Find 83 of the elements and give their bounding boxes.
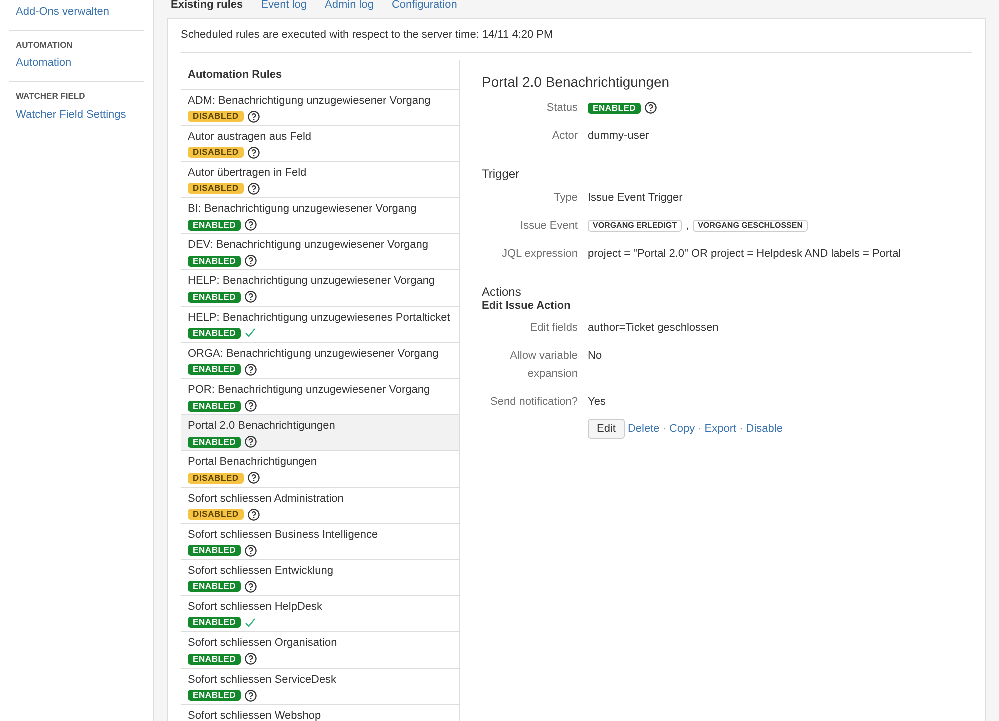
action-link[interactable]: Copy: [669, 420, 696, 438]
tab[interactable]: Configuration: [392, 0, 458, 10]
status-lozenge: DISABLED: [188, 183, 244, 194]
help-icon[interactable]: [245, 653, 258, 666]
tab[interactable]: Existing rules: [171, 0, 244, 10]
help-icon[interactable]: [248, 508, 260, 521]
rule-item[interactable]: ADM: Benachrichtigung unzugewiesener Vorgang DISABLED: [181, 90, 459, 126]
help-icon[interactable]: [245, 690, 258, 702]
rule-item[interactable]: Sofort schliessen Administration DISABLED: [181, 488, 459, 524]
help-icon[interactable]: [248, 110, 260, 122]
help-icon[interactable]: [245, 544, 258, 557]
field-label: Send notification?: [490, 395, 578, 410]
sidebar-link[interactable]: Watcher Field Settings: [9, 102, 144, 127]
help-icon[interactable]: [245, 255, 258, 268]
help-icon[interactable]: [245, 400, 258, 412]
field-value: No: [588, 349, 602, 364]
status-lozenge: ENABLED: [188, 581, 242, 592]
check-icon: [245, 618, 256, 628]
rule-item[interactable]: HELP: Benachrichtigung unzugewiesenes Portalticket ENABLED: [181, 306, 459, 343]
edit-button[interactable]: Edit: [588, 419, 625, 439]
section-heading: AUTOMATION: [15, 38, 74, 52]
action-link[interactable]: Export: [704, 420, 737, 438]
status-lozenge: ENABLED: [188, 292, 242, 303]
dot-separator: ·: [662, 422, 666, 437]
status-lozenge: ENABLED: [188, 328, 242, 339]
field-label: JQL expression: [500, 247, 578, 262]
help-icon[interactable]: [245, 219, 258, 232]
field-label: Type: [553, 191, 578, 206]
status-lozenge: ENABLED: [188, 617, 242, 628]
list-heading: Automation Rules: [188, 69, 282, 81]
rule-item[interactable]: Sofort schliessen ServiceDesk ENABLED: [181, 668, 459, 705]
help-icon[interactable]: [645, 102, 658, 114]
rule-title: Portal 2.0 Benachrichtigungen: [482, 73, 671, 91]
status-lozenge: DISABLED: [188, 509, 244, 520]
check-icon: [245, 328, 256, 338]
field-label: Issue Event: [520, 219, 578, 234]
status-lozenge: ENABLED: [588, 102, 642, 114]
field-value: dummy-user: [588, 129, 650, 144]
tab[interactable]: Admin log: [325, 0, 374, 10]
status-lozenge: ENABLED: [188, 400, 242, 412]
rule-item[interactable]: Sofort schliessen Webshop: [181, 704, 459, 721]
action-link[interactable]: Delete: [628, 420, 660, 438]
rule-item[interactable]: Autor austragen aus Feld DISABLED: [181, 126, 459, 162]
dot-separator: ·: [740, 422, 744, 437]
status-lozenge: ENABLED: [188, 256, 242, 267]
status-lozenge: DISABLED: [188, 472, 244, 484]
separator-text: ,: [686, 219, 690, 234]
field-value: Issue Event Trigger: [588, 191, 683, 206]
sidebar-link[interactable]: Automation: [9, 51, 144, 76]
section-heading: WATCHER FIELD: [15, 90, 86, 102]
help-icon[interactable]: [248, 146, 260, 159]
status-lozenge: DISABLED: [188, 111, 244, 122]
section-heading: Actions: [482, 285, 522, 299]
field-label: Status: [546, 101, 578, 116]
help-icon[interactable]: [245, 364, 258, 376]
status-lozenge: ENABLED: [188, 690, 242, 701]
help-icon[interactable]: [245, 291, 258, 304]
event-lozenge: VORGANG GESCHLOSSEN: [693, 220, 808, 232]
help-icon[interactable]: [248, 472, 260, 484]
field-label: Allow variable expansion: [509, 349, 578, 382]
help-icon[interactable]: [248, 182, 260, 195]
section-heading: Trigger: [482, 166, 521, 183]
action-link[interactable]: Disable: [746, 420, 783, 438]
status-lozenge: DISABLED: [188, 147, 244, 158]
status-lozenge: ENABLED: [188, 364, 242, 376]
help-icon[interactable]: [245, 580, 258, 593]
event-lozenge: VORGANG ERLEDIGT: [588, 220, 682, 232]
dot-separator: ·: [698, 422, 702, 437]
tab[interactable]: Event log: [261, 0, 308, 10]
field-label: Edit fields: [529, 321, 578, 336]
help-icon[interactable]: [245, 436, 258, 448]
sidebar-link[interactable]: Add-Ons verwalten: [9, 0, 144, 24]
field-value: Yes: [588, 395, 606, 410]
field-label: Actor: [551, 129, 578, 144]
action-heading: Edit Issue Action: [482, 299, 572, 313]
server-time-notice: Scheduled rules are executed with respect to the server time: 14/11 4:20 PM: [181, 19, 972, 53]
rule-item[interactable]: Portal 2.0 Benachrichtigungen ENABLED: [181, 415, 459, 452]
field-value: author=Ticket geschlossen: [588, 321, 719, 336]
status-lozenge: ENABLED: [188, 545, 242, 556]
status-lozenge: ENABLED: [188, 436, 242, 448]
status-lozenge: ENABLED: [188, 654, 242, 665]
status-lozenge: ENABLED: [188, 220, 242, 231]
field-value: project = "Portal 2.0" OR project = Helpdesk AND labels = Portal: [588, 247, 902, 262]
